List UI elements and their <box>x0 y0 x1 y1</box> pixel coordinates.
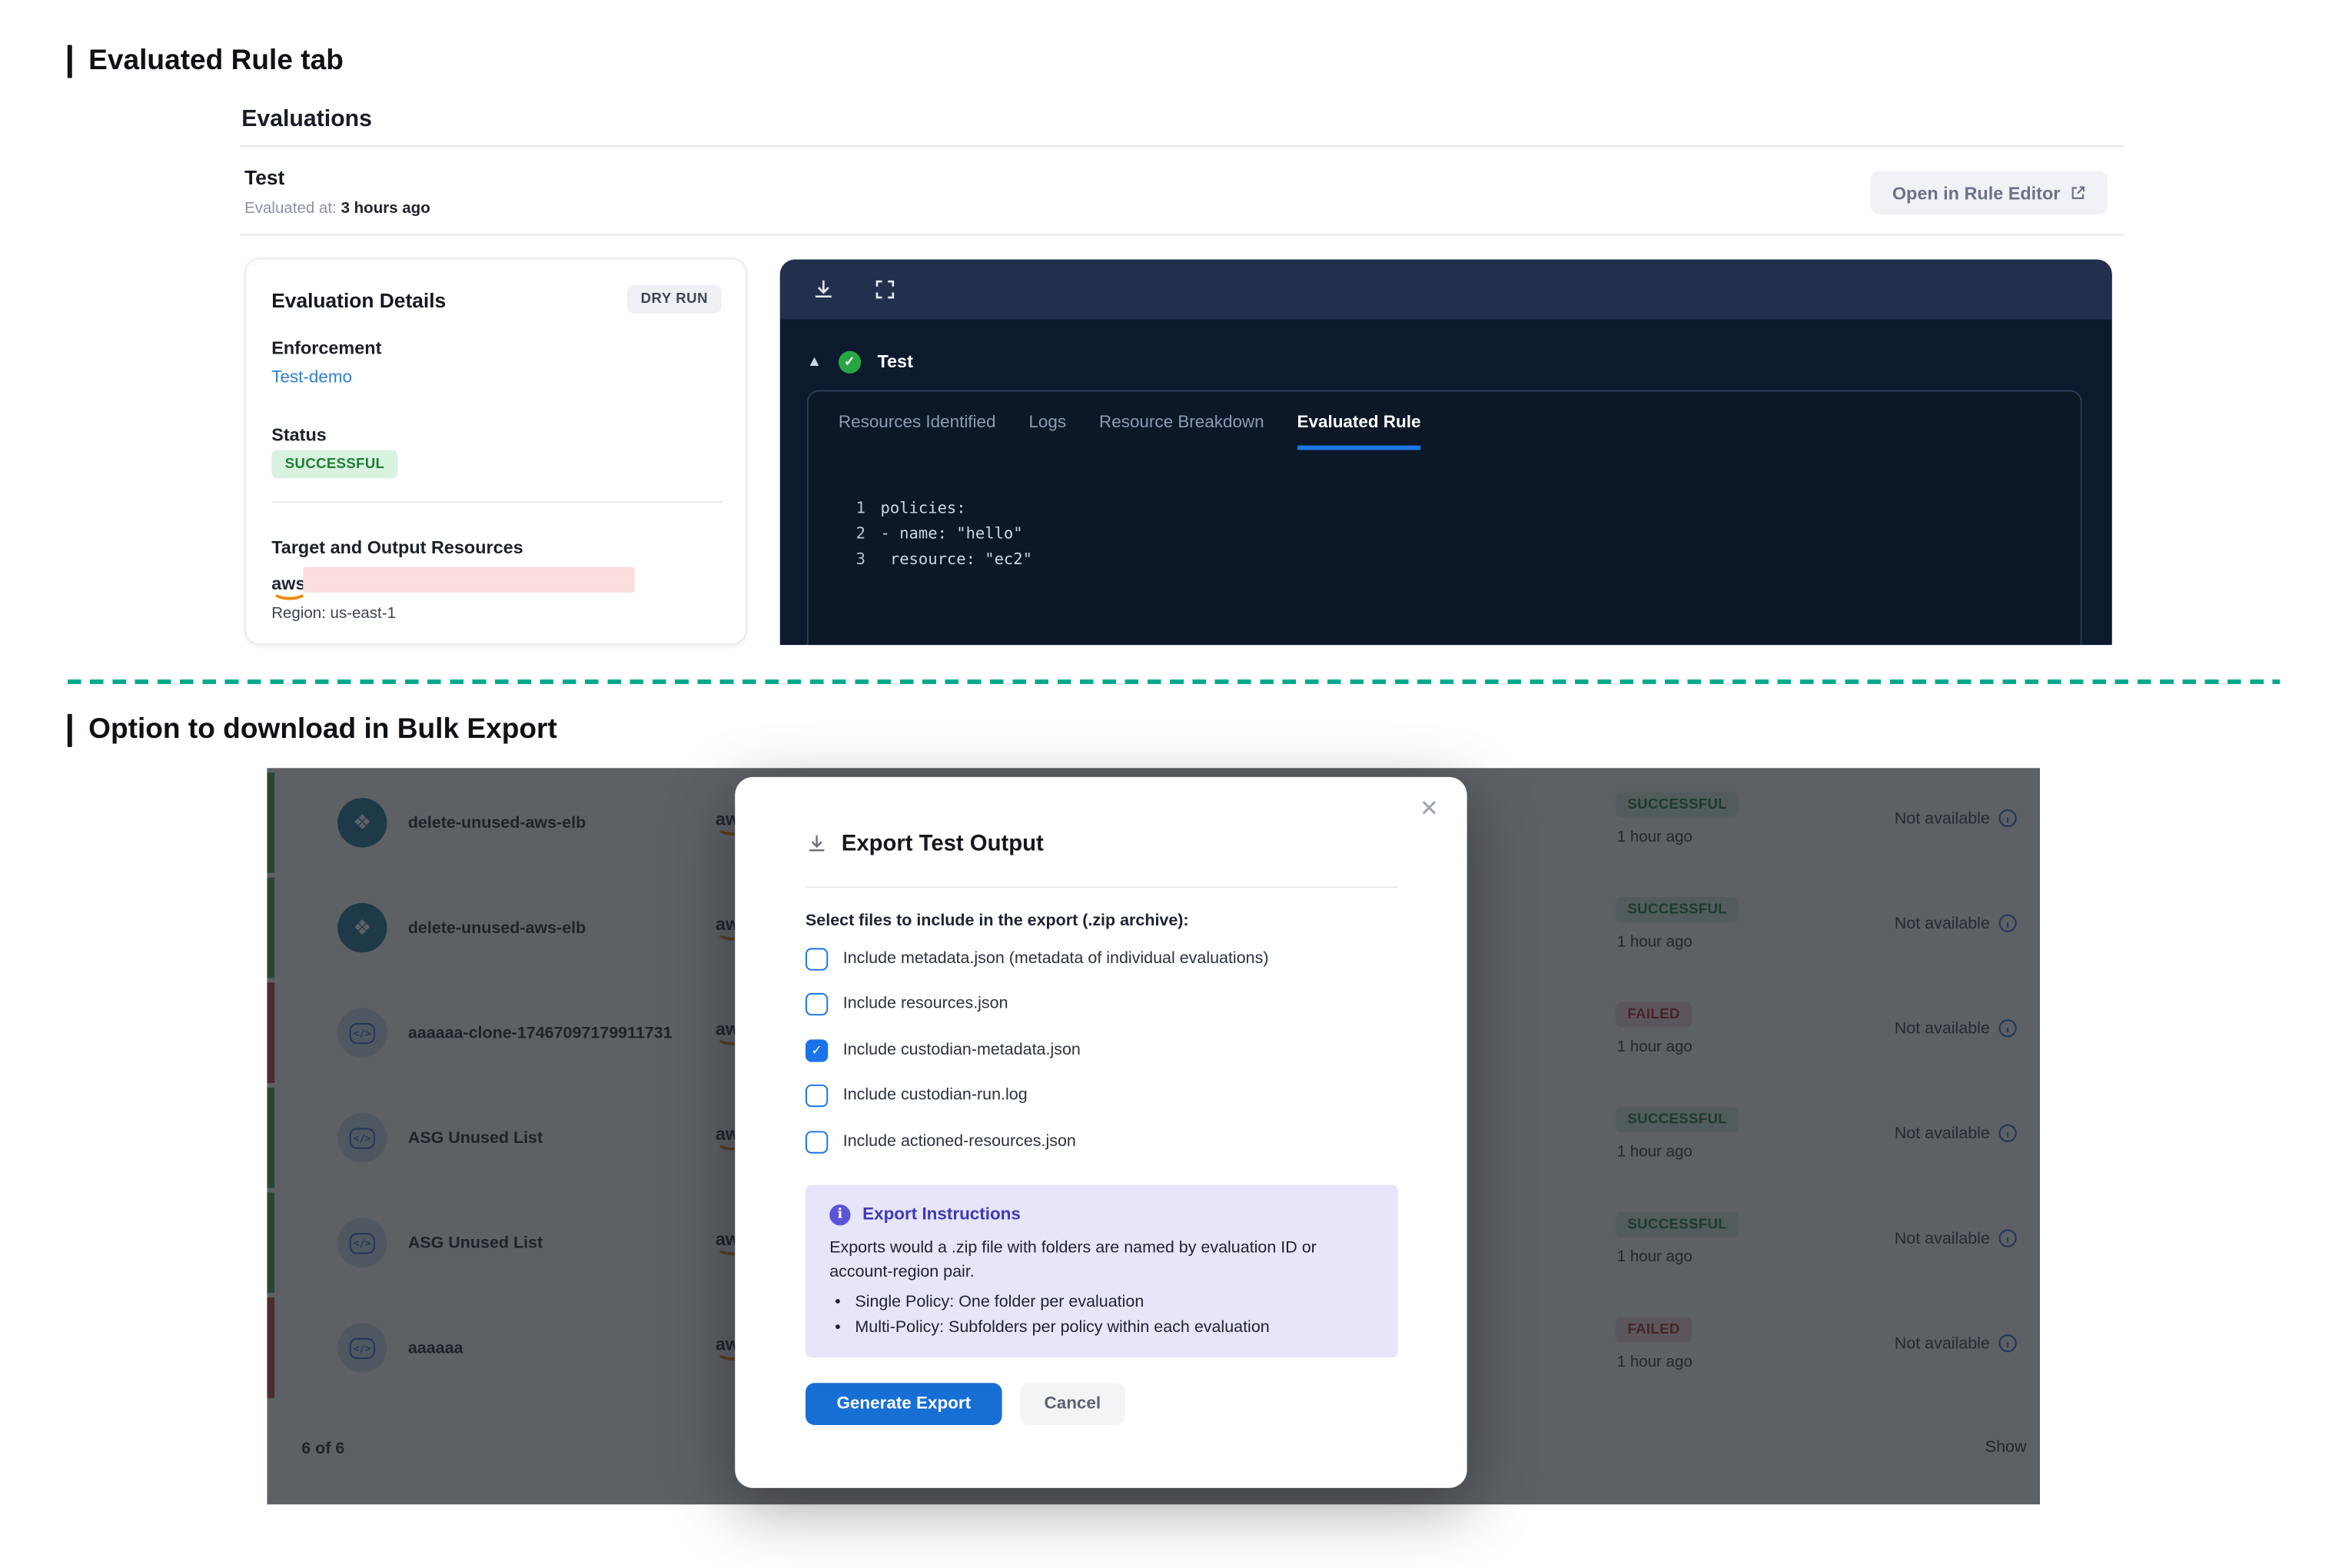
evaluations-title: Evaluations <box>241 107 372 134</box>
viewer-tabs-panel: Resources Identified Logs Resource Break… <box>807 390 2082 645</box>
dry-run-badge: DRY RUN <box>627 285 722 314</box>
checkbox-icon[interactable]: ✓ <box>806 1084 828 1106</box>
checkbox-icon[interactable]: ✓ <box>806 992 828 1015</box>
instruction-bullet: Single Policy: One folder per evaluation <box>855 1290 1374 1316</box>
checkbox-icon[interactable]: ✓ <box>806 947 828 969</box>
open-in-rule-editor-label: Open in Rule Editor <box>1892 182 2061 203</box>
download-icon <box>806 832 828 855</box>
section-heading-bulk-export: Option to download in Bulk Export <box>68 714 557 747</box>
modal-subtitle: Select files to include in the export (.… <box>806 912 1189 930</box>
evaluation-details-title: Evaluation Details <box>271 290 446 312</box>
tab-resource-breakdown[interactable]: Resource Breakdown <box>1099 414 1264 450</box>
instructions-body: Exports would a .zip file with folders a… <box>829 1237 1374 1285</box>
tab-logs[interactable]: Logs <box>1028 414 1066 450</box>
modal-title-row: Export Test Output <box>806 831 1044 856</box>
checkbox-include-actioned-resources[interactable]: ✓ Include actioned-resources.json <box>806 1128 1076 1155</box>
evaluation-output-viewer: ▲ ✓ Test Resources Identified Logs Resou… <box>780 260 2112 646</box>
region-text: Region: us-east-1 <box>271 604 396 622</box>
evaluated-at-label: Evaluated at: <box>244 200 337 218</box>
instruction-bullet: Multi-Policy: Subfolders per policy with… <box>855 1316 1374 1342</box>
aws-logo: aws <box>271 570 305 597</box>
rule-code-block: 1policies: 2- name: "hello" 3 resource: … <box>851 497 1032 573</box>
evaluation-group-name: Test <box>877 351 912 372</box>
evaluation-details-card: Evaluation Details DRY RUN Enforcement T… <box>244 258 747 645</box>
divider <box>271 501 723 503</box>
enforcement-label: Enforcement <box>271 337 381 358</box>
close-icon[interactable]: ✕ <box>1420 798 1439 820</box>
cancel-button[interactable]: Cancel <box>1020 1383 1125 1425</box>
page: Evaluated Rule tab Evaluations Test Eval… <box>0 0 2352 1567</box>
target-resources-label: Target and Output Resources <box>271 537 523 558</box>
evaluation-name: Test <box>244 167 284 189</box>
code-line: 1policies: <box>851 497 1032 522</box>
chevron-up-icon[interactable]: ▲ <box>807 354 822 370</box>
tab-evaluated-rule[interactable]: Evaluated Rule <box>1297 414 1421 450</box>
instructions-bullets: Single Policy: One folder per evaluation… <box>829 1290 1374 1343</box>
status-badge: SUCCESSFUL <box>271 450 398 478</box>
tab-resources-identified[interactable]: Resources Identified <box>839 414 996 450</box>
fullscreen-icon[interactable] <box>873 277 897 301</box>
export-test-output-modal: ✕ Export Test Output Select files to inc… <box>735 777 1467 1488</box>
code-line: 3 resource: "ec2" <box>851 547 1032 573</box>
dashed-separator <box>68 679 2281 684</box>
checkbox-icon[interactable]: ✓ <box>806 1130 828 1152</box>
viewer-tabs: Resources Identified Logs Resource Break… <box>809 391 2081 450</box>
info-icon: i <box>829 1204 850 1225</box>
modal-title: Export Test Output <box>842 831 1044 856</box>
checkbox-include-resources[interactable]: ✓ Include resources.json <box>806 990 1008 1017</box>
generate-export-button[interactable]: Generate Export <box>806 1383 1002 1425</box>
checkbox-include-custodian-run-log[interactable]: ✓ Include custodian-run.log <box>806 1081 1028 1108</box>
divider <box>240 145 2124 147</box>
success-check-icon: ✓ <box>839 350 861 373</box>
enforcement-link[interactable]: Test-demo <box>271 369 352 387</box>
divider <box>240 234 2124 235</box>
evaluated-at: Evaluated at:3 hours ago <box>244 200 430 218</box>
evaluated-at-value: 3 hours ago <box>341 200 430 218</box>
redacted-resource-id <box>303 567 634 593</box>
instructions-title: Export Instructions <box>862 1206 1021 1224</box>
checkbox-icon[interactable]: ✓ <box>806 1038 828 1061</box>
checkbox-include-metadata[interactable]: ✓ Include metadata.json (metadata of ind… <box>806 945 1269 972</box>
status-label: Status <box>271 424 327 445</box>
section-heading-evaluated-rule-tab: Evaluated Rule tab <box>68 45 344 78</box>
checkbox-include-custodian-metadata[interactable]: ✓ Include custodian-metadata.json <box>806 1037 1081 1064</box>
code-line: 2- name: "hello" <box>851 522 1032 547</box>
viewer-toolbar <box>780 260 2112 320</box>
external-link-icon <box>2069 184 2085 201</box>
open-in-rule-editor-button[interactable]: Open in Rule Editor <box>1871 171 2108 214</box>
download-icon[interactable] <box>812 277 835 301</box>
divider <box>806 886 1398 888</box>
evaluation-group-row[interactable]: ▲ ✓ Test <box>807 347 913 377</box>
export-instructions-box: i Export Instructions Exports would a .z… <box>806 1185 1398 1357</box>
